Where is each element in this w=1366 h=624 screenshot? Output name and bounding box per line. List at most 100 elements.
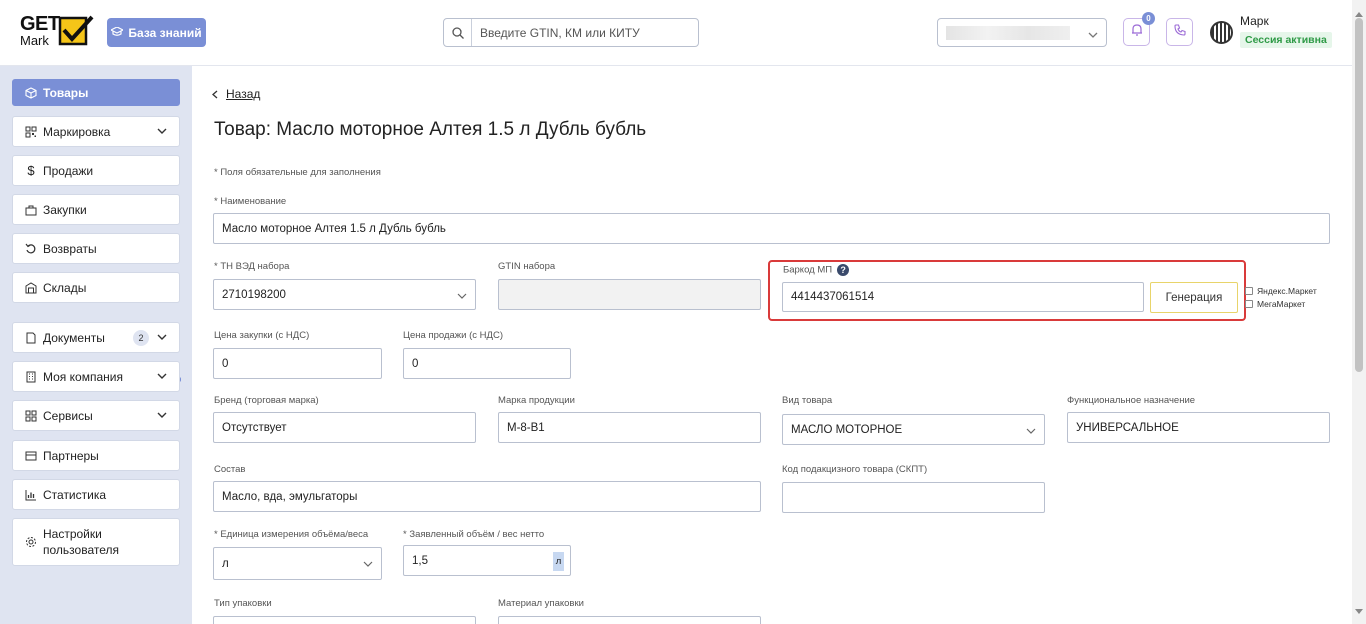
sidebar-item-my-company[interactable]: Моя компания xyxy=(12,361,180,392)
chevron-down-icon xyxy=(157,125,167,139)
sidebar-item-partners[interactable]: Партнеры xyxy=(12,440,180,471)
sidebar-item-label: Документы xyxy=(43,330,105,345)
sale-price-label: Цена продажи (с НДС) xyxy=(403,330,503,341)
scroll-down-arrow-icon[interactable] xyxy=(1355,602,1363,620)
box-icon xyxy=(23,86,39,99)
help-icon[interactable]: ? xyxy=(837,264,850,276)
package-type-input[interactable] xyxy=(213,616,476,624)
product-type-value: МАСЛО МОТОРНОЕ xyxy=(791,423,903,436)
sidebar-item-label: Маркировка xyxy=(43,124,111,139)
composition-input[interactable]: Масло, вда, эмульгаторы xyxy=(213,481,761,512)
main-content: Назад Товар: Масло моторное Алтея 1.5 л … xyxy=(192,66,1352,624)
marketplace-yandex[interactable]: Яндекс.Маркет xyxy=(1245,286,1317,296)
chevron-down-icon xyxy=(157,331,167,345)
sidebar-item-statistics[interactable]: Статистика xyxy=(12,479,180,510)
user-name: Марк xyxy=(1240,14,1269,28)
excise-code-label: Код подакцизного товара (СКПТ) xyxy=(782,464,928,475)
bag-icon xyxy=(23,204,39,216)
functional-purpose-input[interactable]: УНИВЕРСАЛЬНОЕ xyxy=(1067,412,1330,443)
purchase-price-label: Цена закупки (с НДС) xyxy=(214,330,310,341)
functional-purpose-label: Функциональное назначение xyxy=(1067,395,1196,406)
package-material-label: Материал упаковки xyxy=(498,598,584,609)
composition-value: Масло, вда, эмульгаторы xyxy=(222,490,358,503)
notifications-button[interactable]: 0 xyxy=(1123,12,1155,46)
chevron-down-icon xyxy=(157,409,167,423)
sidebar-item-marking[interactable]: Маркировка xyxy=(12,116,180,147)
sidebar-item-purchases[interactable]: Закупки xyxy=(12,194,180,225)
volume-label: * Заявленный объём / вес нетто xyxy=(403,529,545,540)
organization-name-redacted xyxy=(946,26,1070,40)
partners-icon xyxy=(23,450,39,462)
back-link[interactable]: Назад xyxy=(212,87,260,101)
sidebar-item-returns[interactable]: Возвраты xyxy=(12,233,180,264)
product-mark-label: Марка продукции xyxy=(498,395,575,406)
search-icon[interactable] xyxy=(444,19,472,46)
tnved-select[interactable]: 2710198200 xyxy=(213,279,476,310)
tnved-value: 2710198200 xyxy=(222,288,286,301)
sale-price-input[interactable]: 0 xyxy=(403,348,571,379)
volume-unit-badge: л xyxy=(553,552,564,571)
sidebar-item-label: Настройки пользователя xyxy=(43,527,119,557)
avatar[interactable] xyxy=(1210,21,1233,44)
sidebar: Товары Маркировка $ Продажи Закупки Возв… xyxy=(0,66,192,624)
chevron-down-icon xyxy=(363,559,373,572)
gtin-label: GTIN набора xyxy=(498,261,556,272)
phone-button[interactable] xyxy=(1166,18,1193,46)
logo[interactable]: GET Mark xyxy=(20,14,96,50)
document-icon xyxy=(23,332,39,344)
documents-count-badge: 2 xyxy=(133,329,149,346)
sale-price-value: 0 xyxy=(412,357,419,370)
barcode-input[interactable]: 4414437061514 xyxy=(782,282,1144,312)
dollar-icon: $ xyxy=(27,163,35,178)
chart-icon xyxy=(23,489,39,501)
excise-code-input[interactable] xyxy=(782,482,1045,513)
package-material-input[interactable] xyxy=(498,616,761,624)
return-icon xyxy=(23,243,39,255)
sidebar-item-documents[interactable]: Документы 2 xyxy=(12,322,180,353)
bell-icon xyxy=(1131,23,1143,41)
logo-text-bottom: Mark xyxy=(20,33,49,48)
name-input[interactable]: Масло моторное Алтея 1.5 л Дубль бубль xyxy=(213,213,1330,244)
chevron-down-icon xyxy=(1088,27,1098,45)
building-icon xyxy=(23,371,39,383)
chevron-down-icon xyxy=(157,370,167,384)
functional-purpose-value: УНИВЕРСАЛЬНОЕ xyxy=(1076,421,1179,434)
unit-select[interactable]: л xyxy=(213,547,382,580)
sidebar-item-label: Продажи xyxy=(43,163,94,178)
product-mark-input[interactable]: М-8-В1 xyxy=(498,412,761,443)
marketplace-megamarket[interactable]: МегаМаркет xyxy=(1245,299,1305,309)
sidebar-item-label: Партнеры xyxy=(43,448,99,463)
sidebar-item-user-settings[interactable]: Настройки пользователя xyxy=(12,518,180,566)
organization-select[interactable] xyxy=(937,18,1107,47)
sidebar-item-products[interactable]: Товары xyxy=(12,79,180,106)
page-scrollbar[interactable] xyxy=(1352,0,1366,624)
barcode-value: 4414437061514 xyxy=(791,291,875,303)
search-input[interactable]: Введите GTIN, КМ или КИТУ xyxy=(443,18,699,47)
name-label: * Наименование xyxy=(214,196,287,207)
package-type-label: Тип упаковки xyxy=(214,598,272,609)
purchase-price-input[interactable]: 0 xyxy=(213,348,382,379)
knowledge-base-button[interactable]: База знаний xyxy=(107,18,206,47)
back-label: Назад xyxy=(226,87,261,101)
sidebar-item-label: Сервисы xyxy=(43,408,93,423)
scrollbar-thumb[interactable] xyxy=(1355,18,1363,372)
barcode-label-row: Баркод МП? xyxy=(783,264,850,276)
page-title: Товар: Масло моторное Алтея 1.5 л Дубль … xyxy=(214,119,647,140)
generate-button[interactable]: Генерация xyxy=(1150,282,1238,313)
product-type-select[interactable]: МАСЛО МОТОРНОЕ xyxy=(782,414,1045,445)
sidebar-item-label: Статистика xyxy=(43,487,107,502)
marketplace-label: Яндекс.Маркет xyxy=(1257,286,1317,296)
warehouse-icon xyxy=(23,281,39,294)
sidebar-item-services[interactable]: Сервисы xyxy=(12,400,180,431)
yandex-checkbox[interactable] xyxy=(1245,287,1253,295)
session-status-badge: Сессия активна xyxy=(1240,32,1332,48)
sidebar-item-warehouses[interactable]: Склады xyxy=(12,272,180,303)
brand-input[interactable]: Отсутствует xyxy=(213,412,476,443)
volume-input[interactable]: 1,5 л xyxy=(403,545,571,576)
logo-text-top: GET xyxy=(20,13,60,35)
unit-label: * Единица измерения объёма/веса xyxy=(214,529,369,540)
gtin-input[interactable] xyxy=(498,279,761,310)
sidebar-item-sales[interactable]: $ Продажи xyxy=(12,155,180,186)
megamarket-checkbox[interactable] xyxy=(1245,300,1253,308)
tnved-label: * ТН ВЭД набора xyxy=(214,261,290,272)
